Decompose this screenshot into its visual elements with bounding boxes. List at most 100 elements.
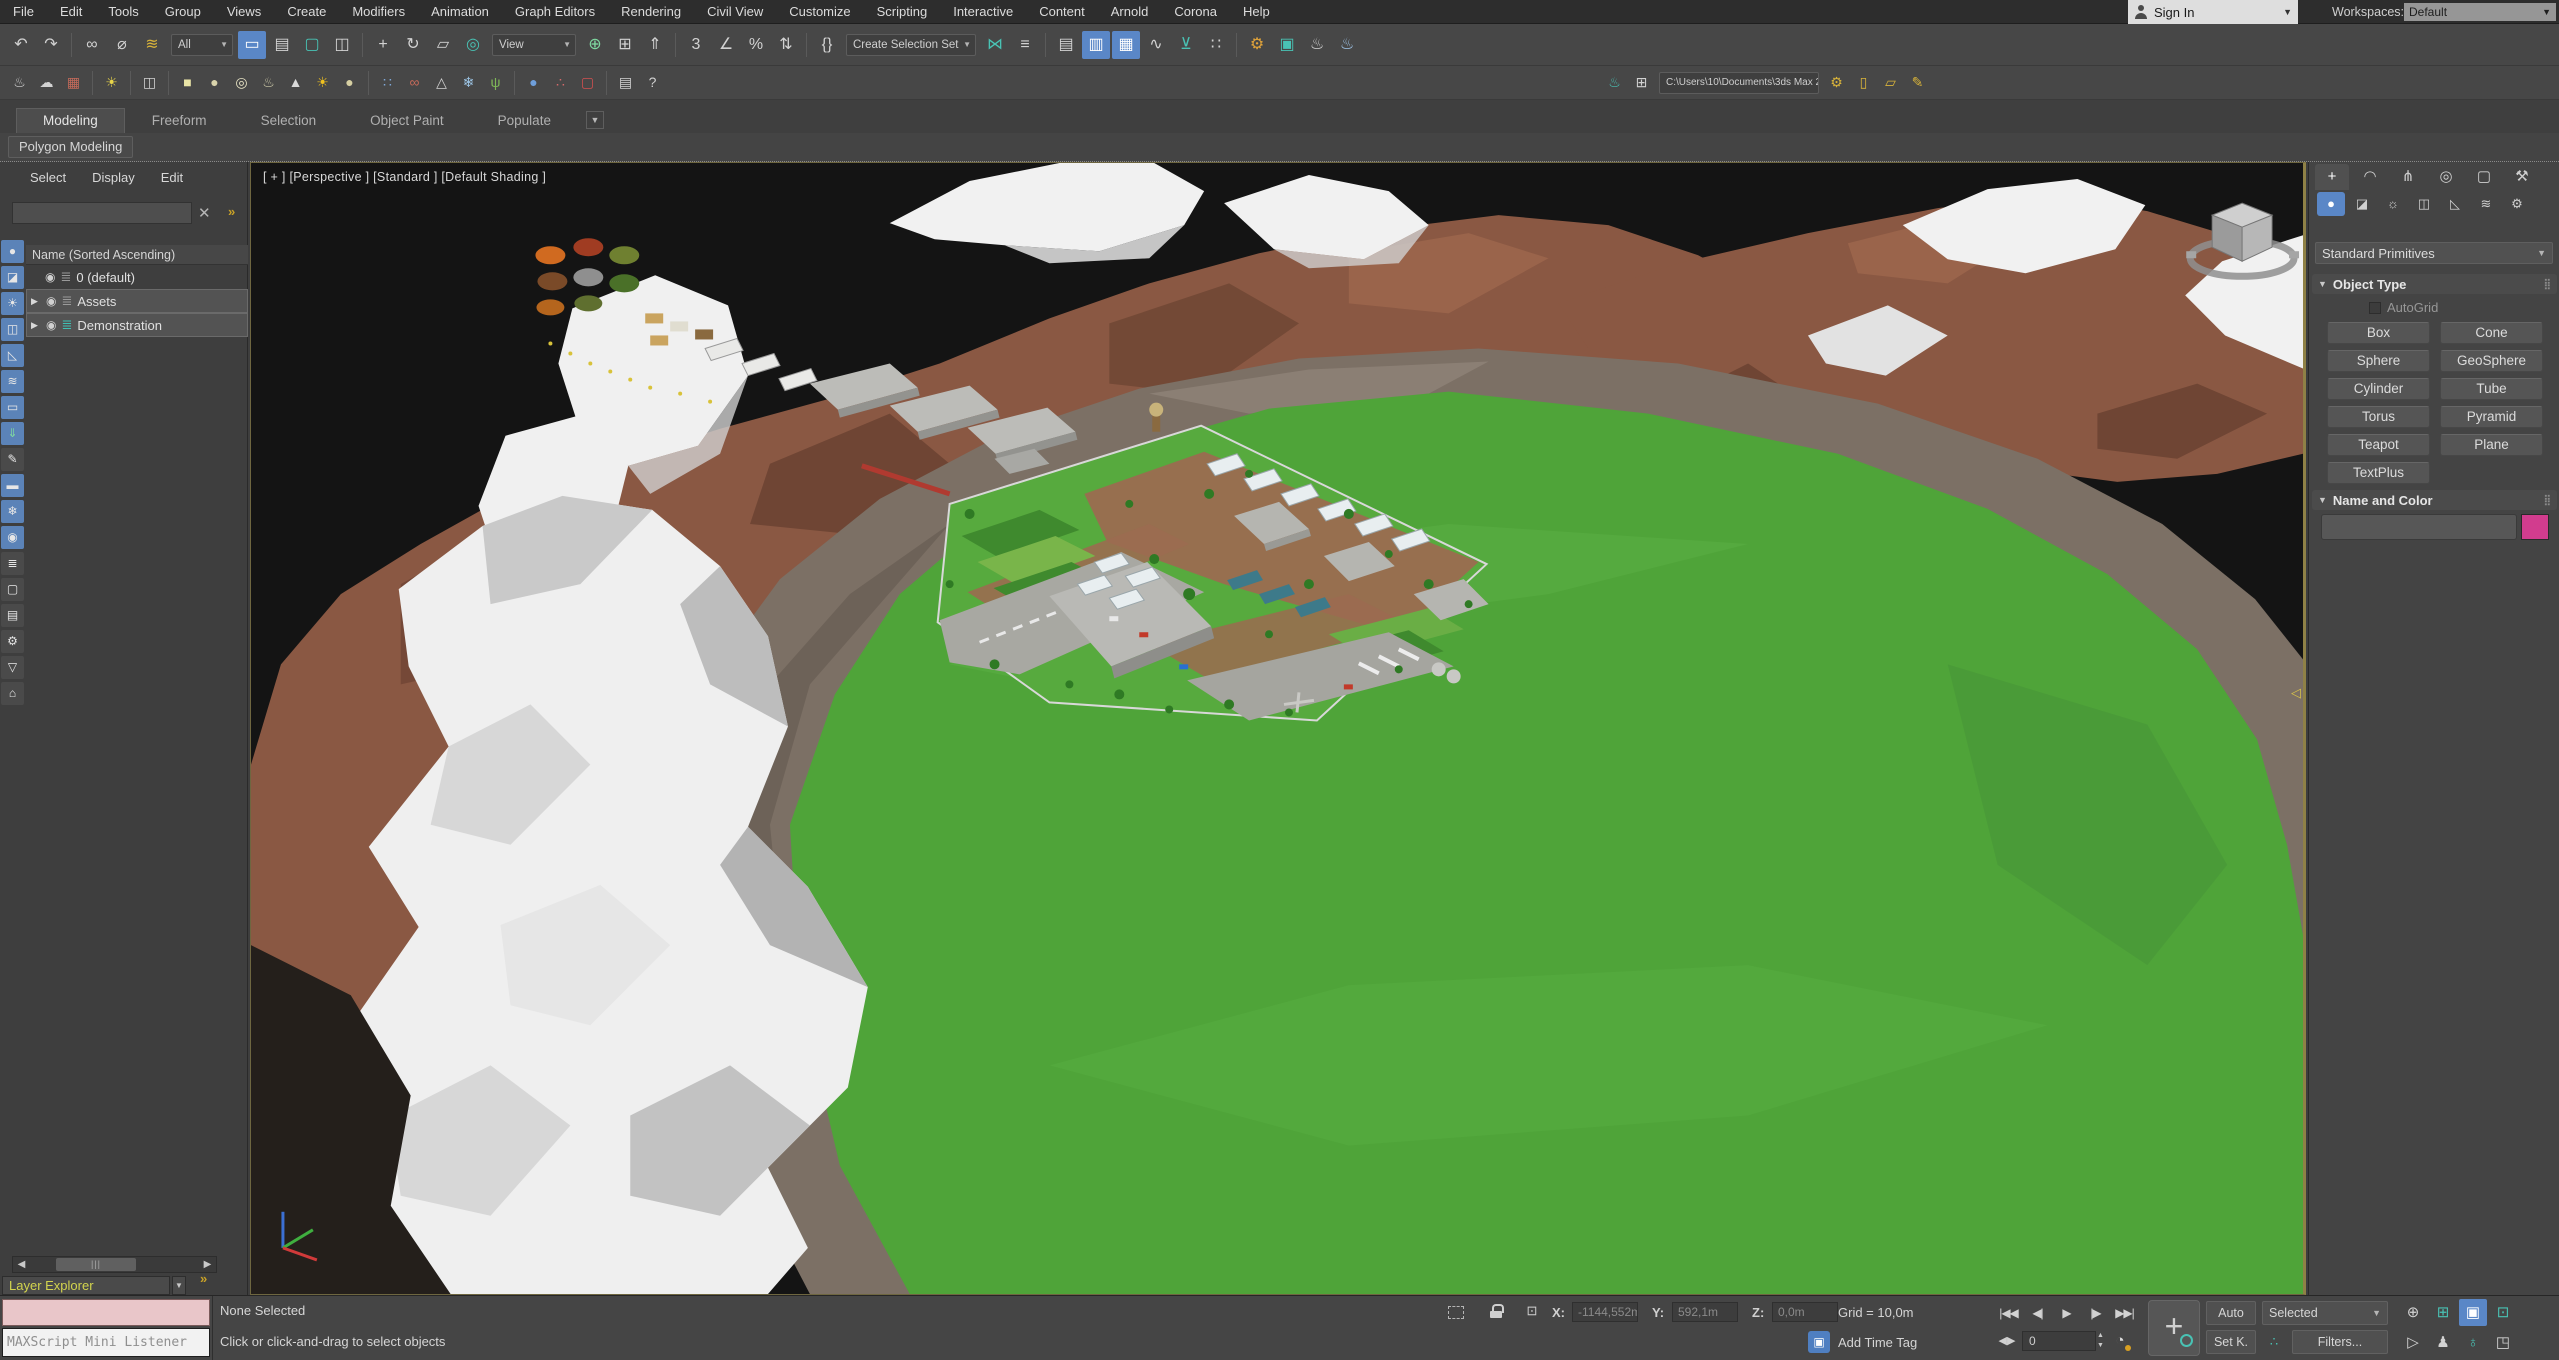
layer-row[interactable]: ◉≣0 (default) xyxy=(26,265,248,289)
create-tab[interactable]: + xyxy=(2315,164,2349,190)
rendered-frame-window-icon[interactable]: ▣ xyxy=(1273,31,1301,59)
display-containers-icon[interactable]: ▭ xyxy=(1,396,24,419)
explorer-title-arrow[interactable]: ▼ xyxy=(172,1276,186,1295)
viewport-label[interactable]: [ + ] [Perspective ] [Standard ] [Defaul… xyxy=(263,170,546,184)
use-pivot-point-icon[interactable]: ⊕ xyxy=(581,31,609,59)
keyboard-shortcut-override-icon[interactable]: ⇑ xyxy=(641,31,669,59)
object-color-swatch[interactable] xyxy=(2521,514,2549,540)
expand-icon[interactable]: ▶ xyxy=(31,296,41,307)
reference-coordinate-dropdown[interactable]: View▼ xyxy=(492,34,576,56)
filter-settings-icon[interactable]: ⚙ xyxy=(1,630,24,653)
rgb-spheres-icon[interactable]: ∴ xyxy=(548,70,573,95)
explorer-scrollbar[interactable]: ◀ ||| ▶ xyxy=(12,1256,217,1273)
field-of-view-button[interactable]: ▷ xyxy=(2399,1329,2427,1356)
clear-search-icon[interactable]: ✕ xyxy=(198,204,211,222)
snowflake-icon[interactable]: ❄ xyxy=(456,70,481,95)
preview-window-icon[interactable]: ▦ xyxy=(61,70,86,95)
cloud-icon[interactable]: ☁ xyxy=(34,70,59,95)
menu-help[interactable]: Help xyxy=(1230,0,1283,24)
display-shapes-icon[interactable]: ◪ xyxy=(1,266,24,289)
menu-graph-editors[interactable]: Graph Editors xyxy=(502,0,608,24)
perspective-viewport[interactable]: [ + ] [Perspective ] [Standard ] [Defaul… xyxy=(250,162,2306,1295)
redo-icon[interactable]: ↷ xyxy=(37,31,65,59)
selection-lock-icon[interactable] xyxy=(1490,1304,1502,1318)
maxscript-mini-listener-input[interactable]: MAXScript Mini Listener xyxy=(2,1328,210,1357)
material-ring-icon[interactable]: ◎ xyxy=(229,70,254,95)
undo-icon[interactable]: ↶ xyxy=(7,31,35,59)
ribbon-tab-populate[interactable]: Populate xyxy=(471,108,578,133)
menu-interactive[interactable]: Interactive xyxy=(940,0,1026,24)
ribbon-tab-selection[interactable]: Selection xyxy=(234,108,344,133)
menu-group[interactable]: Group xyxy=(152,0,214,24)
menu-customize[interactable]: Customize xyxy=(776,0,863,24)
y-coordinate-field[interactable]: 592,1m xyxy=(1672,1302,1738,1322)
sign-in-dropdown[interactable]: Sign In ▼ xyxy=(2128,0,2298,24)
zoom-button[interactable]: ⊕ xyxy=(2399,1299,2427,1326)
box-button[interactable]: Box xyxy=(2327,322,2430,344)
display-geometry-icon[interactable]: ● xyxy=(1,240,24,263)
new-folder-icon[interactable]: ⌂ xyxy=(1,682,24,705)
visibility-eye-icon[interactable]: ◉ xyxy=(46,318,56,332)
textplus-button[interactable]: TextPlus xyxy=(2327,462,2430,484)
filters-button[interactable]: Filters... xyxy=(2292,1330,2388,1354)
scroll-left-icon[interactable]: ◀ xyxy=(13,1259,30,1270)
sphere-sample-icon[interactable]: ● xyxy=(521,70,546,95)
object-name-field[interactable] xyxy=(2321,514,2517,540)
play-button[interactable]: ▶ xyxy=(2053,1300,2080,1326)
absolute-mode-icon[interactable]: ⊡ xyxy=(1520,1299,1544,1323)
particle-array-icon[interactable]: ∷ xyxy=(375,70,400,95)
menu-edit[interactable]: Edit xyxy=(47,0,95,24)
add-time-tag[interactable]: Add Time Tag xyxy=(1838,1335,1917,1350)
menu-rendering[interactable]: Rendering xyxy=(608,0,694,24)
menu-arnold[interactable]: Arnold xyxy=(1098,0,1162,24)
geosphere-button[interactable]: GeoSphere xyxy=(2440,350,2543,372)
name-and-color-rollout[interactable]: ▼ Name and Color ⣿ xyxy=(2312,490,2557,510)
render-teapot-icon[interactable]: ♨ xyxy=(7,70,32,95)
key-filters-dropdown[interactable]: Selected ▼ xyxy=(2262,1301,2388,1325)
workspaces-dropdown[interactable]: Default ▼ xyxy=(2404,3,2556,21)
unlink-selection-icon[interactable]: ⌀ xyxy=(108,31,136,59)
modify-tab[interactable]: ◠ xyxy=(2353,164,2387,190)
auto-key-button[interactable]: Auto xyxy=(2206,1301,2256,1325)
maximize-viewport-button[interactable]: ◳ xyxy=(2489,1329,2517,1356)
teapot-button[interactable]: Teapot xyxy=(2327,434,2430,456)
x-coordinate-field[interactable]: -1144,552m xyxy=(1572,1302,1638,1322)
frame-spinner[interactable]: ▲▼ xyxy=(2097,1331,2104,1351)
shapes-category[interactable]: ◪ xyxy=(2348,192,2376,216)
script-open-icon[interactable]: ▱ xyxy=(1878,70,1903,95)
menu-scripting[interactable]: Scripting xyxy=(864,0,941,24)
explorer-toolbar-overflow-chevron[interactable]: » xyxy=(228,204,235,219)
menu-file[interactable]: File xyxy=(0,0,47,24)
time-tag-icon[interactable]: ▣ xyxy=(1808,1331,1830,1353)
menu-corona[interactable]: Corona xyxy=(1161,0,1230,24)
cylinder-button[interactable]: Cylinder xyxy=(2327,378,2430,400)
expand-icon[interactable]: ▶ xyxy=(31,320,41,331)
maxscript-editor-icon[interactable]: {} xyxy=(813,31,841,59)
layer-name[interactable]: Demonstration xyxy=(77,318,162,333)
foliage-icon[interactable]: ψ xyxy=(483,70,508,95)
sun-icon[interactable]: ☀ xyxy=(310,70,335,95)
plane-button[interactable]: Plane xyxy=(2440,434,2543,456)
bind-to-space-warp-icon[interactable]: ≋ xyxy=(138,31,166,59)
menu-views[interactable]: Views xyxy=(214,0,274,24)
tube-button[interactable]: Tube xyxy=(2440,378,2543,400)
display-frozen-icon[interactable]: ❄ xyxy=(1,500,24,523)
schematic-view-icon[interactable]: ∷ xyxy=(1202,31,1230,59)
project-folder-dropdown[interactable]: C:\Users\10\Documents\3ds Max 2020▼ xyxy=(1659,72,1819,94)
frame-step-icons[interactable]: ◀▶ xyxy=(1994,1330,2020,1352)
ribbon-tab-object-paint[interactable]: Object Paint xyxy=(343,108,471,133)
sphere-button[interactable]: Sphere xyxy=(2327,350,2430,372)
display-space-warps-icon[interactable]: ≋ xyxy=(1,370,24,393)
render-production-icon[interactable]: ♨ xyxy=(1303,31,1331,59)
display-cameras-icon[interactable]: ◫ xyxy=(1,318,24,341)
help-icon[interactable]: ? xyxy=(640,70,665,95)
time-configuration-icon[interactable]: ◔ xyxy=(2108,1329,2132,1353)
pick-icon[interactable]: ✎ xyxy=(1,448,24,471)
object-type-rollout[interactable]: ▼ Object Type ⣿ xyxy=(2312,274,2557,294)
camera-icon[interactable]: ◫ xyxy=(137,70,162,95)
search-input[interactable] xyxy=(12,202,192,224)
ribbon-tab-freeform[interactable]: Freeform xyxy=(125,108,234,133)
motion-tab[interactable]: ◎ xyxy=(2429,164,2463,190)
pyramid-button[interactable]: Pyramid xyxy=(2440,406,2543,428)
render-setup-icon[interactable]: ⚙ xyxy=(1243,31,1271,59)
